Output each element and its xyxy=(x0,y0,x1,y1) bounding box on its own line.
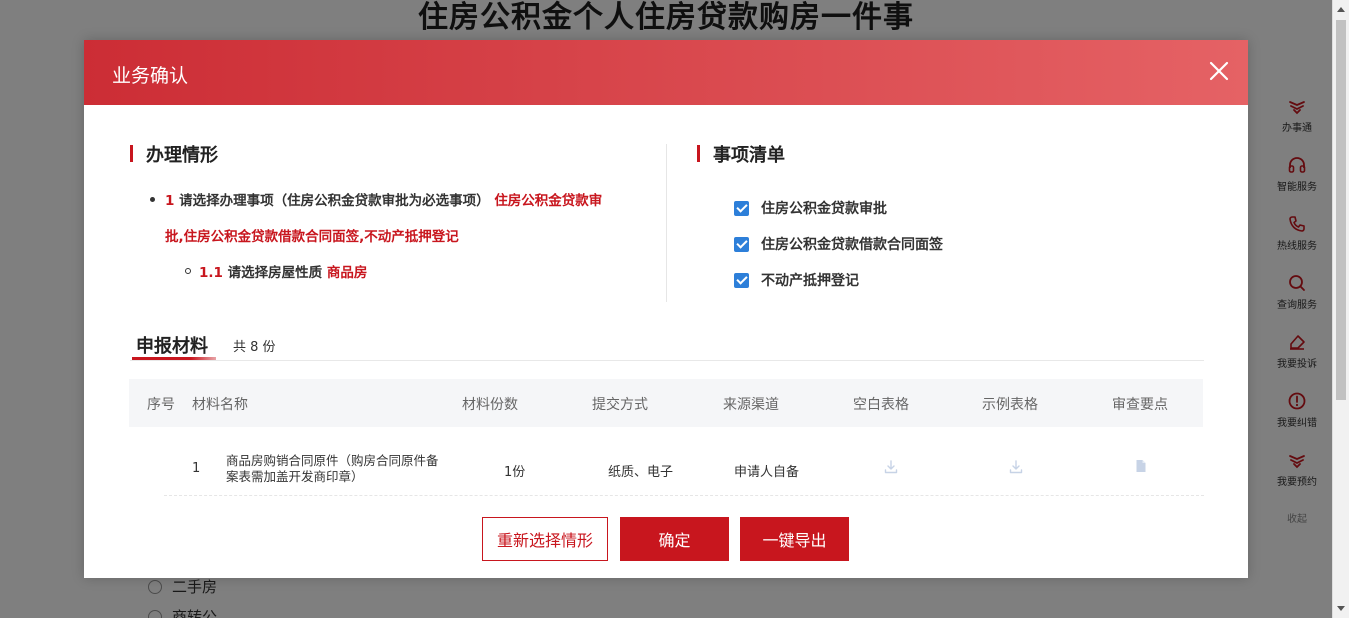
materials-tab[interactable]: 申报材料 xyxy=(136,332,208,358)
row-submit-method: 纸质、电子 xyxy=(608,465,674,480)
materials-divider xyxy=(130,360,1204,361)
column-header: 序号 xyxy=(147,397,175,413)
row-source: 申请人自备 xyxy=(734,465,800,480)
column-header: 材料名称 xyxy=(192,397,248,413)
page-scrollbar[interactable] xyxy=(1332,0,1349,618)
row-index: 1 xyxy=(192,461,201,476)
confirm-button[interactable]: 确定 xyxy=(620,517,729,561)
checklist-item[interactable]: 住房公积金贷款借款合同面签 xyxy=(734,234,943,254)
question-answer: 住房公积金贷款审 xyxy=(494,193,603,209)
column-header: 审查要点 xyxy=(1112,397,1168,413)
row-copies: 1份 xyxy=(504,465,526,480)
situation-question-1-answer-cont: 批,住房公积金贷款借款合同面签,不动产抵押登记 xyxy=(165,225,459,245)
question-text: 请选择办理事项（住房公积金贷款审批为必选事项） xyxy=(179,193,490,209)
column-header: 来源渠道 xyxy=(723,397,779,413)
one-click-export-button[interactable]: 一键导出 xyxy=(740,517,849,561)
checkbox-checked[interactable] xyxy=(734,272,749,288)
question-text: 请选择房屋性质 xyxy=(227,265,323,281)
question-answer: 批,住房公积金贷款借款合同面签,不动产抵押登记 xyxy=(165,229,459,245)
checklist-item-label: 住房公积金贷款借款合同面签 xyxy=(761,237,943,253)
checklist-section-title: 事项清单 xyxy=(697,141,785,167)
close-icon[interactable] xyxy=(1206,58,1232,84)
checkbox-checked[interactable] xyxy=(734,200,749,216)
situation-question-1-1: 1.1 请选择房屋性质 商品房 xyxy=(185,261,367,281)
scroll-thumb[interactable] xyxy=(1336,20,1346,400)
scroll-down-arrow-icon[interactable] xyxy=(1337,606,1345,611)
checklist-item[interactable]: 不动产抵押登记 xyxy=(734,270,859,290)
material-name-line: 案表需加盖开发商印章） xyxy=(226,469,364,484)
situation-question-1: 1 请选择办理事项（住房公积金贷款审批为必选事项） 住房公积金贷款审 xyxy=(150,189,602,209)
modal-title: 业务确认 xyxy=(112,65,189,87)
download-icon[interactable] xyxy=(884,460,898,474)
section-divider xyxy=(666,144,667,302)
download-icon[interactable] xyxy=(1009,460,1023,474)
checklist-item-label: 住房公积金贷款审批 xyxy=(761,201,887,217)
row-divider xyxy=(164,495,1204,496)
question-number: 1 xyxy=(165,193,175,209)
scroll-up-arrow-icon[interactable] xyxy=(1337,7,1345,12)
column-header: 示例表格 xyxy=(982,397,1038,413)
row-material-name: 商品房购销合同原件（购房合同原件备 案表需加盖开发商印章） xyxy=(226,453,439,485)
materials-count: 共 8 份 xyxy=(233,340,276,355)
bullet-circle xyxy=(185,268,191,274)
situation-section-title: 办理情形 xyxy=(130,141,218,167)
question-number: 1.1 xyxy=(199,265,223,281)
column-header: 空白表格 xyxy=(853,397,909,413)
column-header: 材料份数 xyxy=(462,397,518,413)
checklist-item-label: 不动产抵押登记 xyxy=(761,273,859,289)
material-name-line: 商品房购销合同原件（购房合同原件备 xyxy=(226,453,439,468)
business-confirm-modal: 业务确认 办理情形 1 请选择办理事项（住房公积金贷款审批为必选事项） 住房公积… xyxy=(84,40,1248,578)
checklist-item[interactable]: 住房公积金贷款审批 xyxy=(734,198,887,218)
column-header: 提交方式 xyxy=(592,397,648,413)
checkbox-checked[interactable] xyxy=(734,236,749,252)
materials-table-header: 序号 材料名称 材料份数 提交方式 来源渠道 空白表格 示例表格 审查要点 xyxy=(129,379,1203,427)
question-answer: 商品房 xyxy=(326,265,368,281)
reselect-situation-button[interactable]: 重新选择情形 xyxy=(482,517,608,561)
bullet-dot xyxy=(150,196,155,202)
modal-header: 业务确认 xyxy=(84,40,1248,105)
document-icon[interactable] xyxy=(1134,459,1148,473)
